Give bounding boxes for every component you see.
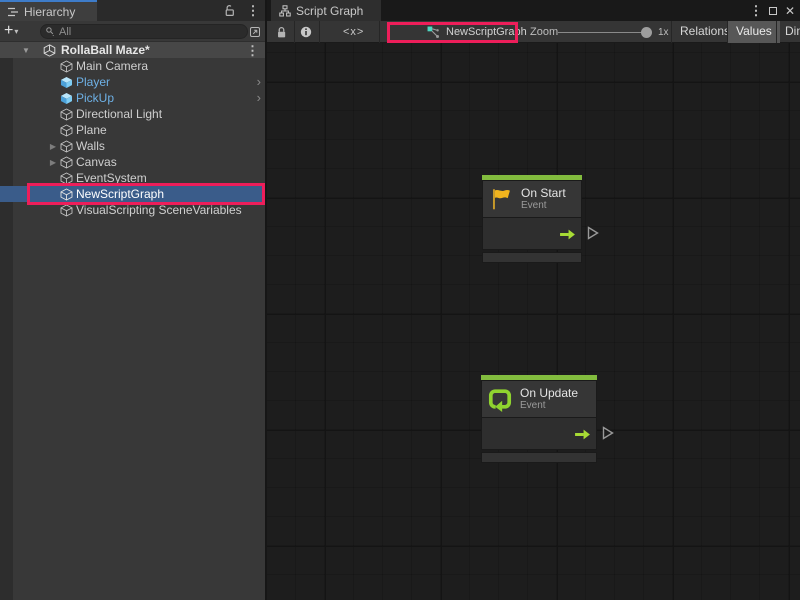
flag-icon <box>488 186 514 212</box>
graph-tabstrip: Script Graph ⋮ ✕ <box>267 0 800 21</box>
hierarchy-items: Main Camera Player › PickUp › Directiona… <box>0 58 265 600</box>
gameobject-cube-icon <box>60 204 73 217</box>
hierarchy-item-pickup[interactable]: PickUp › <box>0 90 265 106</box>
unity-editor: Hierarchy ⋮ + ▾ ▼ <box>0 0 800 600</box>
zoom-slider-handle[interactable] <box>641 27 652 38</box>
item-label: NewScriptGraph <box>76 187 164 201</box>
create-object-button[interactable]: + ▾ <box>4 21 18 42</box>
info-icon[interactable] <box>300 21 312 43</box>
unity-scene-icon <box>43 44 56 57</box>
tab-hierarchy[interactable]: Hierarchy <box>0 0 97 21</box>
script-graph-asset-icon <box>427 26 440 39</box>
scene-header-row[interactable]: ▼ RollaBall Maze* ⋮ <box>0 42 265 58</box>
connection-port-icon[interactable] <box>602 426 614 440</box>
hierarchy-menu-icon[interactable]: ⋮ <box>247 0 259 21</box>
hierarchy-item-directional-light[interactable]: Directional Light <box>0 106 265 122</box>
prefab-cube-icon <box>60 76 73 89</box>
hierarchy-item-canvas[interactable]: ▶ Canvas <box>0 154 265 170</box>
hierarchy-item-scenevariables[interactable]: VisualScripting SceneVariables <box>0 202 265 218</box>
blackboard-variables-button[interactable]: <x> <box>343 21 364 43</box>
scene-name: RollaBall Maze* <box>61 43 150 57</box>
foldout-closed-icon[interactable]: ▶ <box>46 142 60 151</box>
hierarchy-tabstrip: Hierarchy ⋮ <box>0 0 265 21</box>
gameobject-cube-icon <box>60 60 73 73</box>
zoom-slider-track[interactable] <box>558 32 646 33</box>
lock-icon[interactable] <box>275 21 288 43</box>
output-flow-arrow-icon[interactable] <box>559 228 576 241</box>
tab-script-graph[interactable]: Script Graph <box>271 0 381 21</box>
item-label: EventSystem <box>76 171 147 185</box>
node-header: On Update Event <box>481 380 597 417</box>
gameobject-cube-icon <box>60 124 73 137</box>
maximize-icon[interactable] <box>766 0 780 21</box>
foldout-open-icon[interactable]: ▼ <box>22 46 30 55</box>
loop-icon <box>487 386 513 412</box>
gameobject-cube-icon <box>60 172 73 185</box>
search-icon <box>45 26 56 37</box>
unlock-icon[interactable] <box>221 0 237 21</box>
caret-down-icon: ▾ <box>14 27 18 36</box>
gameobject-cube-icon <box>60 140 73 153</box>
graph-tree-icon <box>279 5 291 17</box>
dim-toggle-button[interactable]: Dim <box>777 21 800 43</box>
node-footer <box>481 452 597 463</box>
item-label: Canvas <box>76 155 117 169</box>
connection-port-icon[interactable] <box>587 226 599 240</box>
hierarchy-toolbar: + ▾ <box>0 21 265 42</box>
item-label: Walls <box>76 139 105 153</box>
hierarchy-search-field[interactable] <box>40 24 248 39</box>
script-graph-panel: Script Graph ⋮ ✕ <x> NewScriptGraph <box>267 0 800 600</box>
item-label: Main Camera <box>76 59 148 73</box>
node-title: On Update <box>520 386 578 400</box>
scene-menu-icon[interactable]: ⋮ <box>246 44 259 57</box>
hierarchy-panel: Hierarchy ⋮ + ▾ ▼ <box>0 0 265 600</box>
gameobject-cube-icon <box>60 188 73 201</box>
search-input[interactable] <box>59 25 243 38</box>
hierarchy-item-newscriptgraph[interactable]: NewScriptGraph <box>0 186 265 202</box>
close-icon[interactable]: ✕ <box>783 0 797 21</box>
node-on-start[interactable]: On Start Event <box>482 175 582 263</box>
zoom-label: Zoom <box>530 21 558 43</box>
node-footer <box>482 252 582 263</box>
plus-icon: + <box>4 23 13 39</box>
graph-name-label: NewScriptGraph <box>446 26 527 38</box>
node-title: On Start <box>521 186 566 200</box>
node-subtitle: Event <box>521 200 566 212</box>
hierarchy-item-plane[interactable]: Plane <box>0 122 265 138</box>
prefab-chevron-icon[interactable]: › <box>257 74 261 90</box>
open-search-window-icon[interactable] <box>247 24 262 39</box>
item-label: Plane <box>76 123 107 137</box>
output-flow-arrow-icon[interactable] <box>574 428 591 441</box>
gameobject-cube-icon <box>60 156 73 169</box>
item-label: VisualScripting SceneVariables <box>76 203 242 217</box>
item-label: Player <box>76 75 110 89</box>
hierarchy-item-main-camera[interactable]: Main Camera <box>0 58 265 74</box>
prefab-cube-icon <box>60 92 73 105</box>
zoom-value: 1x <box>658 21 669 43</box>
item-label: Directional Light <box>76 107 162 121</box>
hierarchy-item-player[interactable]: Player › <box>0 74 265 90</box>
hierarchy-tab-label: Hierarchy <box>24 5 75 19</box>
graph-breadcrumb-button[interactable]: NewScriptGraph <box>427 21 527 43</box>
graph-canvas[interactable]: On Start Event <box>267 43 800 600</box>
foldout-closed-icon[interactable]: ▶ <box>46 158 60 167</box>
graph-toolbar: <x> NewScriptGraph Zoom 1x Relations Val… <box>267 21 800 43</box>
prefab-chevron-icon[interactable]: › <box>257 90 261 106</box>
window-menu-icon[interactable]: ⋮ <box>750 0 762 21</box>
hierarchy-item-eventsystem[interactable]: EventSystem <box>0 170 265 186</box>
node-header: On Start Event <box>482 180 582 217</box>
script-graph-tab-label: Script Graph <box>296 4 363 18</box>
node-body <box>482 217 582 250</box>
node-subtitle: Event <box>520 400 578 412</box>
node-body <box>481 417 597 450</box>
gameobject-cube-icon <box>60 108 73 121</box>
values-toggle-button[interactable]: Values <box>728 21 780 43</box>
hierarchy-item-walls[interactable]: ▶ Walls <box>0 138 265 154</box>
node-on-update[interactable]: On Update Event <box>481 375 597 463</box>
hierarchy-icon <box>7 6 19 18</box>
item-label: PickUp <box>76 91 114 105</box>
